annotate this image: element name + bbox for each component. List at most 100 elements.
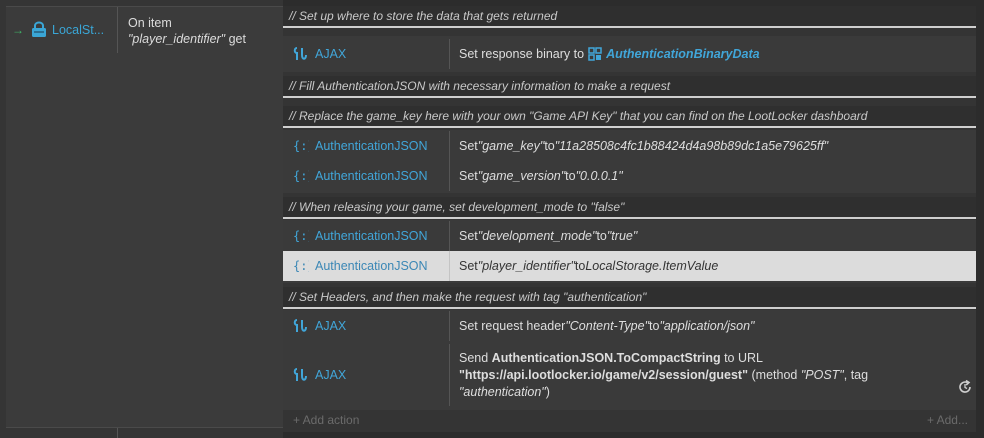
action-text-mid: , tag <box>843 368 869 382</box>
action-key: "Content-Type" <box>565 319 650 333</box>
action-text-mid: to <box>574 259 586 273</box>
action-object: {:} AuthenticationJSON <box>293 221 449 251</box>
action-row[interactable]: AJAX Send AuthenticationJSON.ToCompactSt… <box>283 344 976 406</box>
action-text-prefix: Set <box>459 259 478 273</box>
comment-row[interactable]: // When releasing your game, set develop… <box>283 197 976 219</box>
divider <box>449 344 450 406</box>
action-expression: AuthenticationJSON.ToCompactString <box>491 351 721 365</box>
action-object: AJAX <box>293 344 449 406</box>
action-text-prefix: Set <box>459 169 478 183</box>
trigger-arrow-icon: → <box>12 23 24 37</box>
svg-text:{:}: {:} <box>293 139 309 153</box>
scrollbar-track[interactable] <box>976 0 984 438</box>
event-trigger[interactable]: → LocalSt... <box>6 7 117 53</box>
divider <box>449 131 450 161</box>
action-key: "game_key" <box>477 139 545 153</box>
divider <box>6 427 283 428</box>
action-object: {:} AuthenticationJSON <box>293 251 449 281</box>
action-object-name: AuthenticationJSON <box>315 169 428 183</box>
actions-panel: // Set up where to store the data that g… <box>283 6 976 432</box>
action-object: AJAX <box>293 39 449 69</box>
action-text-mid: (method <box>748 368 801 382</box>
action-object-name: AJAX <box>315 368 347 382</box>
action-key: "development_mode" <box>477 229 597 243</box>
action-row[interactable]: AJAX Set request header "Content-Type" t… <box>283 311 976 341</box>
json-braces-icon: {:} <box>293 229 309 243</box>
svg-text:{:}: {:} <box>293 259 309 273</box>
event-row[interactable]: → LocalSt... On item "player_identifier"… <box>6 6 283 427</box>
ajax-icon <box>293 319 307 332</box>
action-row[interactable]: AJAX Set response binary to Authenticati… <box>283 39 976 69</box>
json-braces-icon: {:} <box>293 169 309 183</box>
condition-line1: On item <box>128 16 172 30</box>
svg-text:{:}: {:} <box>293 229 309 243</box>
event-condition[interactable]: On item "player_identifier" get <box>117 7 283 53</box>
action-object: {:} AuthenticationJSON <box>293 131 449 161</box>
json-braces-icon: {:} <box>293 139 309 153</box>
action-text: Set "development_mode" to "true" <box>459 221 969 251</box>
action-value: LocalStorage.ItemValue <box>585 259 719 273</box>
action-text-mid: to <box>544 139 555 153</box>
action-text-prefix: Set <box>459 139 478 153</box>
action-method: "POST" <box>800 368 844 382</box>
action-object-name: AJAX <box>315 47 347 61</box>
action-text-prefix: Set response binary to <box>459 47 585 61</box>
action-text-mid: to URL <box>720 351 763 365</box>
action-text-prefix: Set <box>459 229 478 243</box>
action-value: "true" <box>606 229 638 243</box>
divider <box>449 39 450 69</box>
action-object: {:} AuthenticationJSON <box>293 161 449 191</box>
action-text-prefix: Send <box>459 351 492 365</box>
localstorage-icon <box>32 21 46 37</box>
add-action-row: + Add action + Add... <box>283 410 976 432</box>
action-url: "https://api.lootlocker.io/game/v2/sessi… <box>459 368 749 382</box>
action-key: "game_version" <box>477 169 566 183</box>
action-text: Set "game_version" to "0.0.0.1" <box>459 161 969 191</box>
action-block: AJAX Set request header "Content-Type" t… <box>283 310 976 410</box>
condition-suffix: get <box>225 32 246 46</box>
action-row[interactable]: {:} AuthenticationJSON Set "game_key" to… <box>283 131 976 161</box>
action-text: Set "game_key" to "11a28508c4fc1b88424d4… <box>459 131 969 161</box>
divider <box>117 428 118 438</box>
action-object: AJAX <box>293 311 449 341</box>
action-text: Set request header "Content-Type" to "ap… <box>459 311 969 341</box>
action-text: Set "player_identifier" to LocalStorage.… <box>459 251 969 281</box>
trigger-object-name: LocalSt... <box>52 23 105 37</box>
svg-text:{:}: {:} <box>293 169 309 183</box>
action-object-name: AuthenticationJSON <box>315 139 428 153</box>
action-text-mid: to <box>596 229 607 243</box>
condition-line2: "player_identifier" get <box>128 31 283 47</box>
action-value: "11a28508c4fc1b88424d4a98b89dc1a5e79625f… <box>554 139 829 153</box>
binary-data-icon <box>588 47 602 61</box>
action-row[interactable]: {:} AuthenticationJSON Set "game_version… <box>283 161 976 191</box>
refresh-icon[interactable] <box>957 379 973 395</box>
condition-key: "player_identifier" <box>128 32 226 46</box>
comment-row[interactable]: // Fill AuthenticationJSON with necessar… <box>283 76 976 98</box>
comment-row[interactable]: // Set Headers, and then make the reques… <box>283 287 976 309</box>
action-text-mid: to <box>565 169 576 183</box>
action-row[interactable]: {:} AuthenticationJSON Set "development_… <box>283 221 976 251</box>
comment-row[interactable]: // Set up where to store the data that g… <box>283 6 976 28</box>
action-block: AJAX Set response binary to Authenticati… <box>283 36 976 72</box>
ajax-icon <box>293 368 307 381</box>
action-row-selected[interactable]: {:} AuthenticationJSON Set "player_ident… <box>283 251 976 281</box>
ajax-icon <box>293 47 307 60</box>
action-key: "player_identifier" <box>477 259 575 273</box>
divider <box>449 221 450 251</box>
json-braces-icon: {:} <box>293 259 309 273</box>
divider <box>449 311 450 341</box>
add-action-button[interactable]: + Add action <box>293 413 359 427</box>
action-block: {:} AuthenticationJSON Set "game_key" to… <box>283 130 976 193</box>
binary-object-name: AuthenticationBinaryData <box>606 47 760 61</box>
action-tag: "authentication" <box>459 385 546 399</box>
add-more-button[interactable]: + Add... <box>927 413 968 427</box>
comment-row[interactable]: // Replace the game_key here with your o… <box>283 106 976 128</box>
action-value: "application/json" <box>659 319 755 333</box>
event-sheet-left-column: → LocalSt... On item "player_identifier"… <box>0 0 283 438</box>
action-text-suffix: ) <box>545 385 550 399</box>
divider <box>449 161 450 191</box>
action-object-name: AuthenticationJSON <box>315 259 428 273</box>
action-text-mid: to <box>649 319 660 333</box>
action-object-name: AuthenticationJSON <box>315 229 428 243</box>
action-text: Send AuthenticationJSON.ToCompactString … <box>459 344 919 406</box>
